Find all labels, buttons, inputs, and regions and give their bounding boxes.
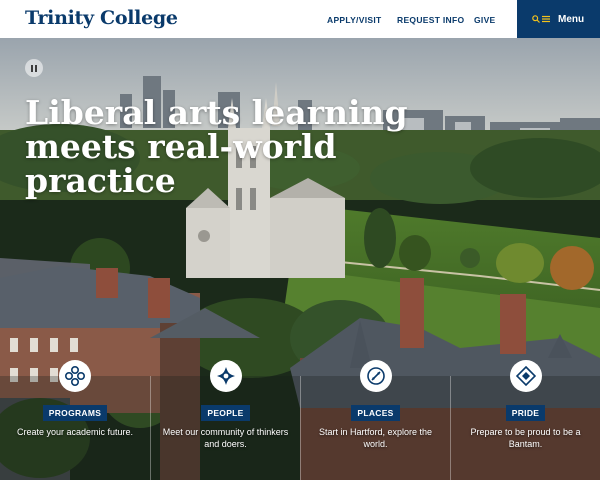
card-badge: PRIDE bbox=[505, 405, 546, 421]
pride-icon bbox=[509, 360, 542, 392]
menu-button[interactable]: Menu bbox=[517, 0, 600, 38]
card-pride[interactable]: PRIDE Prepare to be proud to be a Bantam… bbox=[450, 360, 600, 480]
card-people[interactable]: PEOPLE Meet our community of thinkers an… bbox=[150, 360, 300, 480]
card-badge: PLACES bbox=[351, 405, 400, 421]
menu-label: Menu bbox=[558, 13, 585, 25]
card-places[interactable]: PLACES Start in Hartford, explore the wo… bbox=[300, 360, 450, 480]
hero-headline: Liberal arts learning meets real-world p… bbox=[25, 93, 408, 200]
card-text: Start in Hartford, explore the world. bbox=[318, 427, 433, 449]
site-logo[interactable]: Trinity College bbox=[25, 7, 178, 29]
card-text: Prepare to be proud to be a Bantam. bbox=[470, 427, 581, 449]
pause-button[interactable] bbox=[25, 59, 43, 77]
programs-icon bbox=[59, 360, 91, 392]
card-text: Create your academic future. bbox=[16, 427, 134, 437]
site-header: Trinity College APPLY/VISIT REQUEST INFO… bbox=[0, 0, 600, 38]
search-icon bbox=[532, 15, 540, 23]
pause-icon bbox=[31, 64, 37, 72]
nav-give[interactable]: GIVE bbox=[474, 15, 496, 25]
nav-request-info[interactable]: REQUEST INFO bbox=[397, 15, 464, 25]
card-badge: PROGRAMS bbox=[42, 405, 108, 421]
places-icon bbox=[359, 360, 392, 392]
feature-cards: PROGRAMS Create your academic future. PE… bbox=[0, 360, 600, 480]
card-programs[interactable]: PROGRAMS Create your academic future. bbox=[0, 360, 150, 480]
nav-apply-visit[interactable]: APPLY/VISIT bbox=[327, 15, 381, 25]
people-icon bbox=[209, 360, 242, 392]
menu-icons bbox=[532, 15, 550, 23]
card-text: Meet our community of thinkers and doers… bbox=[162, 427, 289, 449]
card-badge: PEOPLE bbox=[201, 405, 250, 421]
menu-lines-icon bbox=[542, 15, 550, 23]
